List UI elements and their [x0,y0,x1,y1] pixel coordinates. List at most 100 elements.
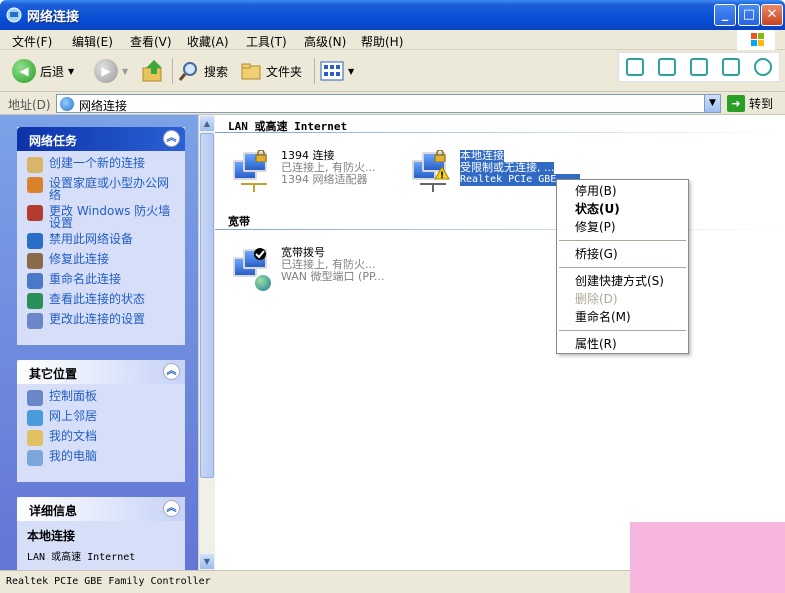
scroll-up-button[interactable]: ▲ [200,116,214,131]
collapse-icon[interactable]: ︽ [163,363,180,380]
scrollbar-thumb[interactable] [200,133,214,478]
network-task-item-label: 创建一个新的连接 [49,156,146,170]
status-text: Realtek PCIe GBE Family Controller [6,576,211,587]
network-connection-icon [229,150,273,194]
context-menu: 停用(B) 状态(U) 修复(P) 桥接(G) 创建快捷方式(S) 删除(D) … [556,179,689,354]
back-arrow-icon: ◀ [12,59,36,83]
menu-item-status[interactable]: 状态(U) [557,200,688,218]
details-title: 详细信息 [29,504,78,518]
up-folder-button[interactable] [140,58,166,84]
warning-icon: ! [434,166,450,180]
menu-item-bridge[interactable]: 桥接(G) [557,245,688,263]
views-button[interactable]: ▼ [320,58,354,84]
decorative-overlay [630,522,785,593]
menu-help[interactable]: 帮助(H) [361,33,403,50]
network-tasks-list: 创建一个新的连接设置家庭或小型办公网络更改 Windows 防火墙设置禁用此网络… [17,151,185,339]
other-place-item[interactable]: 我的文档 [27,430,177,446]
task-pane: 网络任务 ︽ 创建一个新的连接设置家庭或小型办公网络更改 Windows 防火墙… [0,115,198,570]
menu-bar: 文件(F) 编辑(E) 查看(V) 收藏(A) 工具(T) 高级(N) 帮助(H… [0,30,785,50]
forward-button[interactable]: ▶ ▼ [94,58,128,84]
menu-item-rename[interactable]: 重命名(M) [557,308,688,326]
network-task-item-label: 查看此连接的状态 [49,292,146,306]
menu-tools[interactable]: 工具(T) [246,33,287,50]
folders-icon [241,63,261,80]
details-panel: 详细信息 ︽ 本地连接 LAN 或高速 Internet [17,497,185,570]
lock-icon [434,150,446,162]
expand-icon[interactable] [658,58,676,76]
back-button[interactable]: ◀ 后退 ▼ [12,58,74,84]
control-panel-icon [27,390,43,406]
forward-arrow-icon: ▶ [94,59,118,83]
menu-advanced[interactable]: 高级(N) [304,33,346,50]
folders-button[interactable]: 文件夹 [240,58,302,84]
search-button[interactable]: 搜索 [178,58,228,84]
menu-item-delete: 删除(D) [575,292,618,306]
network-connection-icon: ! [408,150,452,194]
menu-edit[interactable]: 编辑(E) [72,33,113,50]
other-place-item[interactable]: 网上邻居 [27,410,177,426]
address-dropdown[interactable]: ▼ [704,95,720,112]
address-label: 地址(D) [8,98,51,112]
maximize-button[interactable]: □ [738,4,760,26]
network-task-item[interactable]: 修复此连接 [27,253,177,269]
save-icon[interactable] [690,58,708,76]
cable-icon [241,183,267,192]
network-task-item[interactable]: 更改此连接的设置 [27,313,177,329]
network-task-item-label: 禁用此网络设备 [49,232,134,246]
network-connections-icon [6,7,22,23]
connection-1394[interactable]: 1394 连接 已连接上, 有防火... 1394 网络适配器 [229,148,419,198]
other-place-item[interactable]: 控制面板 [27,390,177,406]
gear-icon[interactable] [754,58,772,76]
home-network-icon [27,177,43,193]
menu-item-create-shortcut[interactable]: 创建快捷方式(S) [557,272,688,290]
menu-favorites[interactable]: 收藏(A) [187,33,229,50]
search-icon [178,62,197,81]
go-label: 转到 [749,97,774,111]
connection-device: 1394 网络适配器 [281,173,368,186]
back-label: 后退 [40,64,65,79]
network-task-item-label: 更改此连接的设置 [49,312,146,326]
menu-item-repair[interactable]: 修复(P) [557,218,688,236]
network-tasks-title: 网络任务 [29,134,78,148]
other-place-item[interactable]: 我的电脑 [27,450,177,466]
extra-toolbar [618,52,780,82]
network-task-item[interactable]: 重命名此连接 [27,273,177,289]
vertical-scrollbar[interactable]: ▲ ▼ [198,115,215,570]
broadband-connection-icon [229,247,273,291]
address-input[interactable]: 网络连接 ▼ [56,94,721,113]
connected-check-icon [254,248,266,260]
close-button[interactable]: ✕ [761,4,783,26]
network-task-item-label: 设置家庭或小型办公网络 [49,176,170,202]
network-task-item[interactable]: 查看此连接的状态 [27,293,177,309]
details-header[interactable]: 详细信息 ︽ [17,497,185,521]
network-task-item-label: 修复此连接 [49,252,110,266]
chevron-down-icon: ▼ [68,66,75,76]
address-value: 网络连接 [79,99,128,113]
menu-view[interactable]: 查看(V) [130,33,172,50]
collapse-icon[interactable]: ︽ [163,130,180,147]
network-task-item[interactable]: 创建一个新的连接 [27,157,177,173]
network-tasks-header[interactable]: 网络任务 ︽ [17,127,185,151]
menu-item-properties[interactable]: 属性(R) [557,335,688,353]
status-icon [27,293,43,309]
title-bar: 网络连接 _ □ ✕ [0,0,785,30]
other-places-header[interactable]: 其它位置 ︽ [17,360,185,384]
go-arrow-icon: ➜ [727,95,745,112]
menu-file[interactable]: 文件(F) [12,33,52,50]
menu-item-disable[interactable]: 停用(B) [557,182,688,200]
scroll-down-button[interactable]: ▼ [200,554,214,569]
other-place-item-label: 我的电脑 [49,449,98,463]
copy-icon[interactable] [626,58,644,76]
chevron-down-icon: ▼ [348,66,355,76]
network-task-item[interactable]: 更改 Windows 防火墙设置 [27,205,177,229]
network-task-item[interactable]: 设置家庭或小型办公网络 [27,177,177,201]
network-tasks-panel: 网络任务 ︽ 创建一个新的连接设置家庭或小型办公网络更改 Windows 防火墙… [17,127,185,345]
minimize-button[interactable]: _ [714,4,736,26]
connection-broadband[interactable]: 宽带拨号 已连接上, 有防火... WAN 微型端口 (PP... [229,245,419,295]
folders-label: 文件夹 [266,64,303,79]
collapse-icon[interactable]: ︽ [163,500,180,517]
go-button[interactable]: ➜ 转到 [727,95,773,112]
network-task-item[interactable]: 禁用此网络设备 [27,233,177,249]
share-icon[interactable] [722,58,740,76]
other-places-panel: 其它位置 ︽ 控制面板网上邻居我的文档我的电脑 [17,360,185,482]
